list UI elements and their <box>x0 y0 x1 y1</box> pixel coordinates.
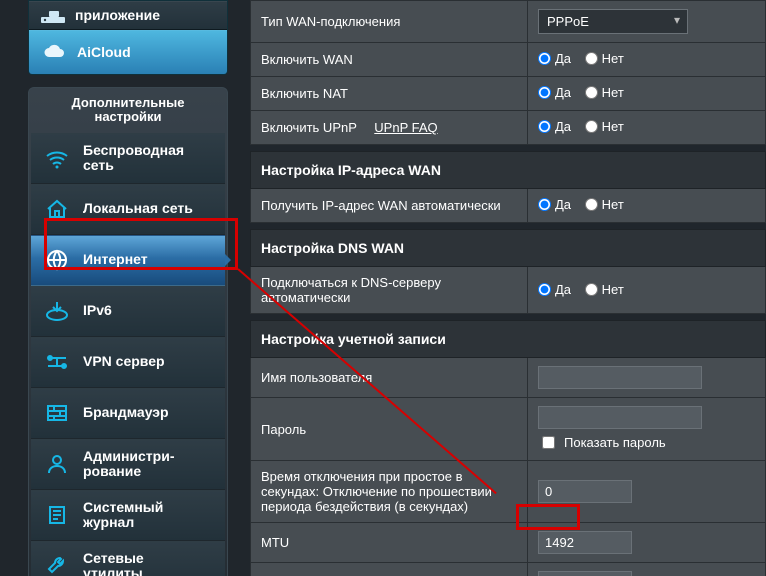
input-idle[interactable] <box>538 480 632 503</box>
cell-enable-wan: Да Нет <box>528 43 766 77</box>
input-username[interactable] <box>538 366 702 389</box>
home-icon <box>43 198 71 220</box>
radio-wan-ip-yes[interactable]: Да <box>538 197 571 212</box>
vpn-icon <box>43 351 71 373</box>
sidebar-item-label: Локальная сеть <box>83 201 193 216</box>
section-dns-wan: Настройка DNS WAN <box>251 230 766 267</box>
sidebar-item-label: VPN сервер <box>83 354 165 369</box>
radio-enable-wan-yes[interactable]: Да <box>538 51 571 66</box>
radio-enable-nat-yes[interactable]: Да <box>538 85 571 100</box>
radio-enable-wan-no[interactable]: Нет <box>585 51 624 66</box>
radio-enable-upnp-yes[interactable]: Да <box>538 119 571 134</box>
sidebar-item-label: Сетевые утилиты <box>83 551 144 576</box>
select-wan-type[interactable]: PPPoE <box>538 9 688 34</box>
log-icon <box>43 504 71 526</box>
globe-icon <box>43 248 71 272</box>
sidebar-item-label: Администри- рование <box>83 449 175 480</box>
sidebar-item-ipv6[interactable]: IPv6 <box>31 286 225 337</box>
section-wan-ip: Настройка IP-адреса WAN <box>251 152 766 189</box>
sidebar-item-aicloud[interactable]: AiCloud <box>29 29 227 74</box>
ipv6-icon <box>43 300 71 322</box>
label-password: Пароль <box>251 398 528 461</box>
firewall-icon <box>43 402 71 424</box>
cell-connect-dns-auto: Да Нет <box>528 267 766 314</box>
cell-idle <box>528 461 766 523</box>
sidebar-item-firewall[interactable]: Брандмауэр <box>31 388 225 439</box>
label-enable-nat: Включить NAT <box>251 77 528 111</box>
label-mtu: MTU <box>251 523 528 563</box>
sidebar-item-vpn[interactable]: VPN сервер <box>31 337 225 388</box>
cloud-icon <box>41 42 67 62</box>
label-idle-disconnect: Время отключения при простое в секундах:… <box>251 461 528 523</box>
link-upnp-faq[interactable]: UPnP FAQ <box>374 120 437 135</box>
sidebar-item-label: Брандмауэр <box>83 405 169 420</box>
label-wan-type: Тип WAN-подключения <box>251 1 528 43</box>
wifi-icon <box>43 147 71 169</box>
sidebar-item-label: приложение <box>75 7 160 23</box>
sidebar-item-syslog[interactable]: Системный журнал <box>31 490 225 541</box>
cell-enable-nat: Да Нет <box>528 77 766 111</box>
label-connect-dns-auto: Подключаться к DNS-серверу автоматически <box>251 267 528 314</box>
sidebar-item-label: AiCloud <box>77 44 131 60</box>
cell-username <box>528 358 766 398</box>
advanced-settings-header: Дополнительные настройки <box>31 90 225 133</box>
radio-enable-nat-no[interactable]: Нет <box>585 85 624 100</box>
input-mtu[interactable] <box>538 531 632 554</box>
sidebar-item-internet[interactable]: Интернет <box>31 235 225 286</box>
section-account: Настройка учетной записи <box>251 321 766 358</box>
label-get-wan-ip-auto: Получить IP-адрес WAN автоматически <box>251 189 528 223</box>
usb-icon <box>41 5 65 25</box>
sidebar-item-label: Системный журнал <box>83 500 163 531</box>
sidebar-item-lan[interactable]: Локальная сеть <box>31 184 225 235</box>
cell-wan-type-value: PPPoE <box>528 1 766 43</box>
tools-icon <box>43 555 71 576</box>
input-mru[interactable] <box>538 571 632 576</box>
label-enable-upnp: Включить UPnP UPnP FAQ <box>251 111 528 145</box>
sidebar-item-label: Интернет <box>83 252 148 267</box>
radio-enable-upnp-no[interactable]: Нет <box>585 119 624 134</box>
advanced-settings-panel: Дополнительные настройки Беспроводная се… <box>28 87 228 576</box>
cell-get-wan-ip-auto: Да Нет <box>528 189 766 223</box>
sidebar-item-label: IPv6 <box>83 303 112 318</box>
label-enable-wan: Включить WAN <box>251 43 528 77</box>
sidebar-item-nettools[interactable]: Сетевые утилиты <box>31 541 225 576</box>
radio-dns-yes[interactable]: Да <box>538 282 571 297</box>
label-mru: MRU <box>251 563 528 576</box>
sidebar-item-label: Беспроводная сеть <box>83 143 184 174</box>
input-password[interactable] <box>538 406 702 429</box>
sidebar-item-administration[interactable]: Администри- рование <box>31 439 225 490</box>
sidebar-item-wireless[interactable]: Беспроводная сеть <box>31 133 225 184</box>
cell-mtu <box>528 523 766 563</box>
cell-password: Показать пароль <box>528 398 766 461</box>
admin-icon <box>43 453 71 475</box>
checkbox-show-password[interactable] <box>542 436 555 449</box>
radio-dns-no[interactable]: Нет <box>585 282 624 297</box>
label-username: Имя пользователя <box>251 358 528 398</box>
sidebar-item-usb-app[interactable]: приложение <box>29 1 227 29</box>
radio-wan-ip-no[interactable]: Нет <box>585 197 624 212</box>
label-show-password: Показать пароль <box>564 435 666 450</box>
cell-enable-upnp: Да Нет <box>528 111 766 145</box>
cell-mru <box>528 563 766 576</box>
